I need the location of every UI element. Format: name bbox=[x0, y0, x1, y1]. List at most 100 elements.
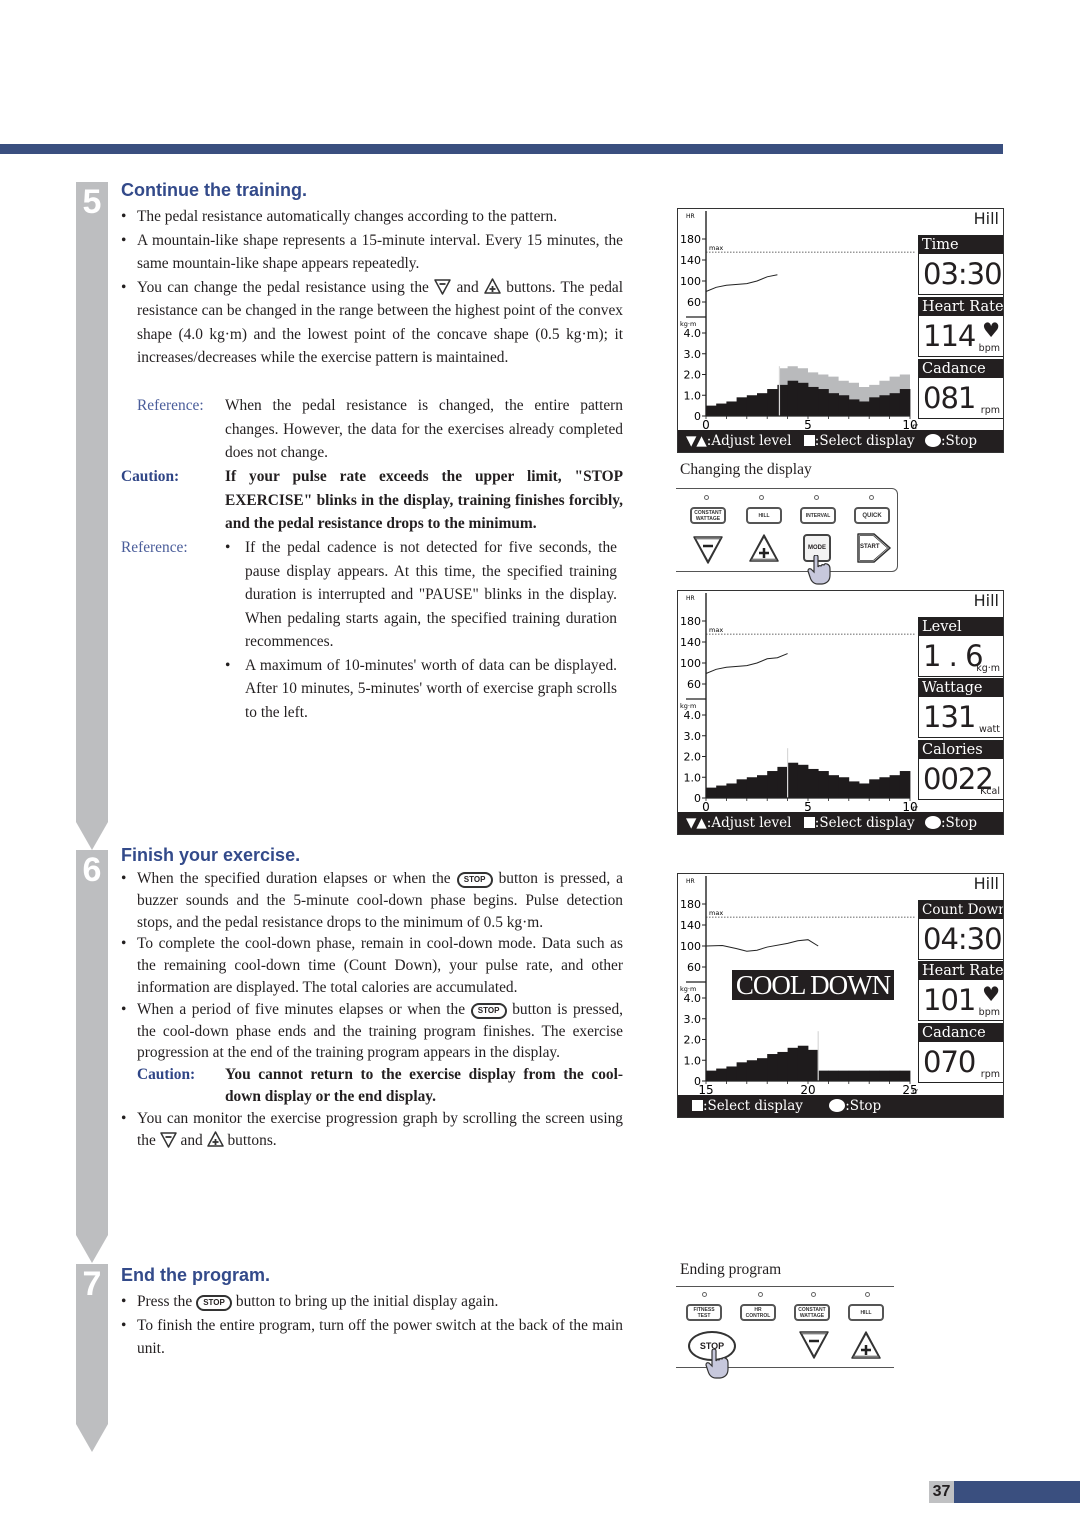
load-bar bbox=[869, 1070, 880, 1081]
panel-value: 04:30 bbox=[923, 922, 1003, 956]
load-tick-label: 4.0 bbox=[684, 992, 702, 1005]
start-button-label: START bbox=[860, 544, 880, 550]
heart-rate-panel: Heart Rate 101 ♥ bpm bbox=[918, 961, 1003, 1021]
panel-unit: watt bbox=[978, 724, 1000, 735]
bullet-text: Press the bbox=[137, 1293, 193, 1310]
load-bar bbox=[899, 771, 911, 798]
caution-label: Caution: bbox=[121, 468, 180, 485]
load-bar bbox=[838, 1070, 850, 1081]
heart-icon: ♥ bbox=[982, 318, 1000, 342]
load-bar bbox=[797, 382, 809, 416]
header-accent-bar bbox=[0, 144, 1003, 154]
hr-tick-label: 60 bbox=[687, 296, 701, 309]
panel-value: 114 bbox=[923, 319, 976, 353]
reference-note: Reference: When the pedal resistance is … bbox=[137, 394, 623, 465]
display-footer: ▼▲:Adjust level :Select display :Stop bbox=[678, 812, 1003, 834]
load-tick-label: 1.0 bbox=[684, 389, 702, 402]
cadence-panel: Cadance 070 rpm bbox=[918, 1023, 1003, 1083]
plus-button-icon[interactable] bbox=[850, 1329, 882, 1361]
panel-unit: bpm bbox=[978, 343, 1000, 354]
bullet: You can change the pedal resistance usin… bbox=[121, 276, 623, 370]
load-bar bbox=[808, 1049, 819, 1081]
exercise-graph: HR60100140180maxkg·m01.02.03.04.00510min bbox=[680, 593, 918, 813]
stop-button-icon: STOP bbox=[456, 872, 493, 888]
step-5-body: The pedal resistance automatically chang… bbox=[121, 205, 623, 370]
select-display-hint: :Select display bbox=[814, 433, 915, 449]
hr-control-button[interactable]: HR CONTROL bbox=[740, 1304, 776, 1321]
load-bar bbox=[828, 1070, 839, 1081]
panel-title: Count Down bbox=[919, 901, 1003, 919]
hr-axis-label: HR bbox=[686, 878, 695, 885]
load-tick-label: 0 bbox=[694, 792, 701, 805]
caption-changing-display: Changing the display bbox=[680, 461, 812, 478]
load-bar bbox=[716, 403, 727, 416]
cool-down-banner: COOL DOWN bbox=[732, 970, 894, 1000]
load-bar bbox=[859, 1070, 870, 1081]
panel-title: Wattage bbox=[919, 679, 1003, 697]
minus-button-icon[interactable] bbox=[692, 534, 724, 566]
minus-button-icon[interactable] bbox=[798, 1329, 830, 1361]
caption-ending-program: Ending program bbox=[680, 1261, 782, 1278]
indicator-led bbox=[704, 495, 709, 500]
indicator-led bbox=[702, 1292, 707, 1297]
panel-unit: bpm bbox=[978, 1007, 1000, 1018]
bullet: Press the STOP button to bring up the in… bbox=[121, 1290, 623, 1314]
bullet: To complete the cool-down phase, remain … bbox=[121, 933, 623, 998]
bullet: When a period of five minutes elapses or… bbox=[121, 999, 623, 1064]
hr-tick-label: 60 bbox=[687, 961, 701, 974]
step-arrow bbox=[76, 822, 108, 850]
fitness-test-button[interactable]: FITNESS TEST bbox=[686, 1304, 722, 1321]
constant-wattage-button[interactable]: CONSTANT WATTAGE bbox=[690, 507, 726, 524]
load-bar bbox=[848, 1070, 860, 1081]
load-tick-label: 4.0 bbox=[684, 327, 702, 340]
calories-panel: Calories 0022 Kcal bbox=[918, 740, 1003, 800]
step-number: 5 bbox=[82, 183, 102, 221]
stop-circle-icon bbox=[829, 1099, 846, 1112]
panel-title: Cadance bbox=[919, 1024, 1003, 1042]
panel-value: 03:30 bbox=[923, 257, 1003, 291]
time-panel: Time 03:30 bbox=[918, 235, 1003, 295]
adjust-level-hint: :Adjust level bbox=[706, 815, 792, 831]
select-display-hint: :Select display bbox=[703, 1098, 803, 1114]
step-6-rail: 6 bbox=[76, 850, 108, 1235]
caution-note: Caution: You cannot return to the exerci… bbox=[121, 1064, 623, 1108]
load-tick-label: 1.0 bbox=[684, 771, 702, 784]
up-button-icon bbox=[206, 1130, 224, 1147]
panel-title: Level bbox=[919, 618, 1003, 636]
panel-title: Time bbox=[919, 236, 1003, 254]
load-bar bbox=[818, 389, 829, 416]
constant-wattage-button[interactable]: CONSTANT WATTAGE bbox=[794, 1304, 830, 1321]
select-square-icon bbox=[692, 1100, 703, 1111]
load-bar bbox=[706, 1070, 717, 1081]
load-bar bbox=[899, 1070, 911, 1081]
hr-tick-label: 100 bbox=[680, 657, 701, 670]
hr-tick-label: 180 bbox=[680, 615, 701, 628]
load-bar bbox=[736, 397, 748, 416]
load-bar bbox=[848, 781, 860, 798]
load-bar bbox=[767, 1054, 778, 1081]
load-bar bbox=[797, 764, 809, 798]
load-bar bbox=[808, 386, 819, 416]
stop-hint: :Stop bbox=[940, 815, 977, 831]
step-title: End the program. bbox=[121, 1265, 271, 1285]
count-down-panel: Count Down 04:30 bbox=[918, 900, 1003, 960]
load-bar bbox=[746, 1060, 758, 1081]
load-bar bbox=[746, 395, 758, 416]
quick-button[interactable]: QUICK bbox=[854, 507, 890, 524]
panel-title: Calories bbox=[919, 741, 1003, 759]
panel-value: 131 bbox=[923, 700, 976, 734]
interval-button[interactable]: INTERVAL bbox=[800, 507, 836, 524]
load-bar bbox=[777, 1051, 788, 1081]
load-bar bbox=[716, 1068, 727, 1081]
hill-button[interactable]: HILL bbox=[848, 1304, 884, 1321]
load-bar bbox=[838, 395, 850, 416]
plus-button-icon[interactable] bbox=[748, 532, 780, 564]
step-title: Continue the training. bbox=[121, 180, 307, 200]
stop-button-icon: STOP bbox=[196, 1295, 233, 1311]
bullet: To finish the entire program, turn off t… bbox=[121, 1314, 623, 1361]
caution-text: If your pulse rate exceeds the upper lim… bbox=[225, 468, 623, 532]
hill-button[interactable]: HILL bbox=[746, 507, 782, 524]
max-label: max bbox=[709, 626, 723, 634]
hr-tick-label: 140 bbox=[680, 919, 701, 932]
heart-rate-panel: Heart Rate 114 ♥ bpm bbox=[918, 297, 1003, 357]
